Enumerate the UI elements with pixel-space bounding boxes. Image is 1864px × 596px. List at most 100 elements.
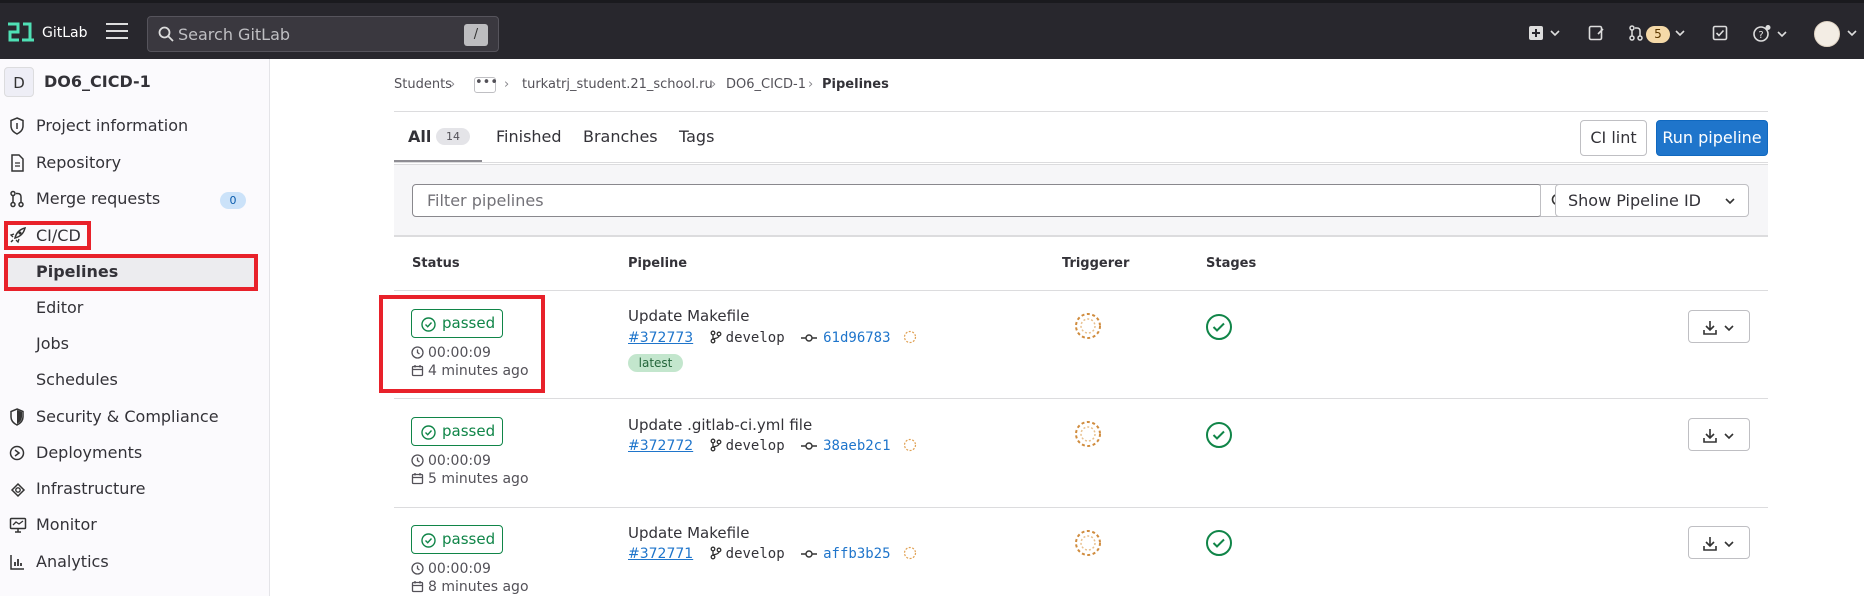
sidebar-item-analytics[interactable]: Analytics	[0, 547, 268, 577]
breadcrumb-project[interactable]: DO6_CICD-1	[726, 77, 806, 92]
clock-icon	[411, 454, 424, 467]
stage-passed-icon[interactable]	[1206, 422, 1232, 448]
calendar-icon	[411, 473, 424, 485]
triggerer-avatar[interactable]	[1072, 527, 1104, 559]
sidebar-item-infrastructure[interactable]: Infrastructure	[0, 474, 268, 504]
search-input[interactable]: Search GitLab /	[147, 16, 499, 52]
breadcrumb-students[interactable]: Students	[394, 77, 452, 92]
stage-passed-icon[interactable]	[1206, 530, 1232, 556]
search-placeholder: Search GitLab	[178, 25, 291, 44]
commit-author-avatar-icon	[903, 438, 917, 452]
branch-icon	[710, 546, 722, 560]
triggerer-avatar[interactable]	[1072, 418, 1104, 450]
branch-name[interactable]: develop	[726, 330, 785, 346]
filter-pipelines-input[interactable]: Filter pipelines	[412, 184, 1542, 217]
search-icon	[158, 26, 174, 42]
commit-sha[interactable]: affb3b25	[823, 546, 890, 562]
sidebar-item-monitor[interactable]: Monitor	[0, 510, 268, 540]
commit-author-avatar-icon	[903, 546, 917, 560]
pipeline-id-link[interactable]: #372772	[628, 438, 693, 454]
status-badge[interactable]: passed	[411, 417, 503, 446]
sidebar-item-label: Editor	[36, 298, 84, 317]
info-icon	[10, 117, 24, 135]
status-badge[interactable]: passed	[411, 525, 503, 554]
column-header-stages: Stages	[1206, 256, 1257, 271]
duration-value: 00:00:09	[428, 453, 491, 469]
column-header-pipeline: Pipeline	[628, 256, 688, 271]
sidebar-item-label: Schedules	[36, 370, 118, 389]
sidebar-item-security-compliance[interactable]: Security & Compliance	[0, 402, 268, 432]
commit-icon	[801, 550, 818, 558]
duration: 00:00:09	[411, 345, 491, 361]
status-badge[interactable]: passed	[411, 309, 503, 338]
calendar-icon	[411, 365, 424, 377]
sidebar-item-deployments[interactable]: Deployments	[0, 438, 268, 468]
download-artifacts-button[interactable]	[1688, 310, 1750, 343]
column-header-triggerer: Triggerer	[1062, 256, 1130, 271]
branch-name[interactable]: develop	[726, 546, 785, 562]
todos-icon[interactable]	[1712, 25, 1728, 41]
tab-all-count: 14	[436, 128, 470, 145]
gitlab-logo-icon[interactable]	[6, 21, 36, 43]
row-divider	[394, 290, 1768, 291]
breadcrumb-ellipsis[interactable]: •••	[474, 76, 498, 93]
avatar-chevron-down-icon[interactable]	[1846, 25, 1858, 41]
issues-icon[interactable]	[1588, 25, 1604, 41]
create-new-icon[interactable]	[1528, 25, 1562, 41]
finished-time: 8 minutes ago	[411, 579, 529, 595]
pipeline-id-link[interactable]: #372773	[628, 330, 693, 346]
duration: 00:00:09	[411, 453, 491, 469]
sidebar-item-editor[interactable]: Editor	[0, 293, 268, 323]
finished-time: 4 minutes ago	[411, 363, 529, 379]
commit-sha[interactable]: 38aeb2c1	[823, 438, 890, 454]
download-icon	[1703, 537, 1734, 551]
tab-finished[interactable]: Finished	[496, 127, 562, 146]
sidebar-item-schedules[interactable]: Schedules	[0, 365, 268, 395]
show-pipeline-id-label: Show Pipeline ID	[1568, 191, 1701, 210]
monitor-icon	[9, 517, 27, 533]
calendar-icon	[411, 581, 424, 593]
pipeline-commit-title[interactable]: Update Makefile	[628, 524, 749, 542]
user-avatar[interactable]	[1814, 21, 1840, 47]
help-icon[interactable]: ?	[1752, 25, 1792, 43]
project-avatar[interactable]: D	[4, 67, 34, 97]
clock-icon	[411, 346, 424, 359]
sidebar-item-pipelines[interactable]: Pipelines	[0, 257, 268, 287]
tab-all[interactable]: All	[408, 127, 431, 146]
show-pipeline-id-dropdown[interactable]: Show Pipeline ID	[1555, 184, 1749, 217]
project-name[interactable]: DO6_CICD-1	[44, 72, 151, 91]
deploy-icon	[9, 445, 25, 461]
sidebar-item-repository[interactable]: Repository	[0, 148, 268, 178]
menu-icon[interactable]	[106, 23, 128, 41]
chevron-down-icon[interactable]	[1674, 25, 1686, 41]
sidebar-item-jobs[interactable]: Jobs	[0, 329, 268, 359]
row-divider	[394, 507, 1768, 508]
commit-sha[interactable]: 61d96783	[823, 330, 890, 346]
stage-passed-icon[interactable]	[1206, 314, 1232, 340]
ci-lint-button[interactable]: CI lint	[1580, 120, 1647, 156]
sidebar-item-project-information[interactable]: Project information	[0, 111, 268, 141]
tab-branches[interactable]: Branches	[583, 127, 658, 146]
tab-tags[interactable]: Tags	[679, 127, 714, 146]
run-pipeline-button[interactable]: Run pipeline	[1656, 120, 1768, 156]
pipeline-commit-title[interactable]: Update .gitlab-ci.yml file	[628, 416, 812, 434]
sidebar-item-cicd[interactable]: CI/CD	[0, 220, 268, 250]
finished-value: 5 minutes ago	[428, 471, 529, 487]
download-icon	[1703, 321, 1734, 335]
download-artifacts-button[interactable]	[1688, 526, 1750, 559]
download-icon	[1703, 429, 1734, 443]
sidebar-item-label: Analytics	[36, 552, 109, 571]
branch-icon	[710, 330, 722, 344]
branch-name[interactable]: develop	[726, 438, 785, 454]
breadcrumb-namespace[interactable]: turkatrj_student.21_school.ru	[522, 77, 713, 92]
pipeline-commit-title[interactable]: Update Makefile	[628, 307, 749, 325]
pipeline-refs: #372773 develop 61d96783	[628, 330, 917, 346]
merge-icon	[10, 190, 24, 208]
merge-requests-icon[interactable]	[1628, 25, 1644, 41]
pipeline-id-link[interactable]: #372771	[628, 546, 693, 562]
download-artifacts-button[interactable]	[1688, 418, 1750, 451]
clock-icon	[411, 562, 424, 575]
doc-icon	[11, 154, 24, 172]
sidebar-item-merge-requests[interactable]: Merge requests 0	[0, 184, 268, 214]
triggerer-avatar[interactable]	[1072, 310, 1104, 342]
